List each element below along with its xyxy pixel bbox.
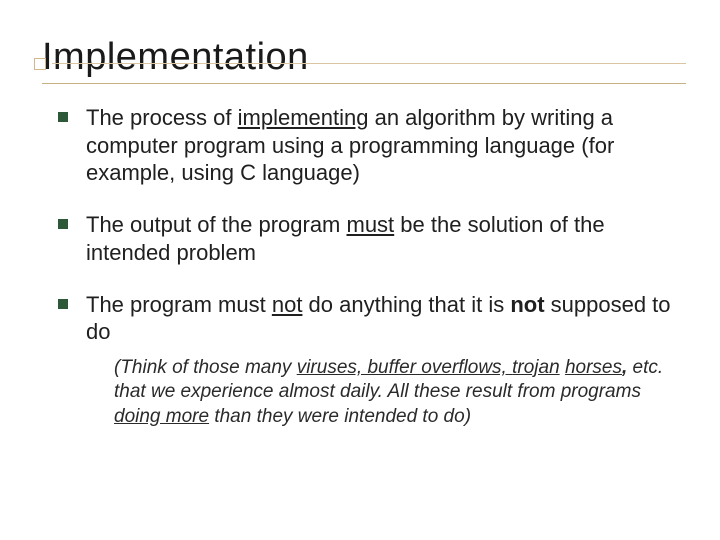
accent-square-icon [34,58,46,70]
sub-underlined: viruses, buffer overflows, [297,357,512,378]
top-accent [34,58,686,70]
bullet-text: The process of [86,105,238,130]
bullet-subtext: (Think of those many viruses, buffer ove… [114,356,676,429]
bullet-bold: not [510,292,544,317]
sub-underlined: doing more [114,406,209,427]
bullet-text: The program must [86,292,272,317]
bullet-underlined: must [347,212,395,237]
bullet-list: The process of implementing an algorithm… [36,104,684,429]
slide: Implementation The process of implementi… [0,36,720,540]
sub-underlined: trojan [512,357,560,378]
bullet-item: The process of implementing an algorithm… [58,104,676,187]
sub-text: than they were intended to do) [209,406,471,427]
accent-line [52,63,686,64]
bullet-text: The output of the program [86,212,347,237]
bullet-item: The program must not do anything that it… [58,291,676,429]
bullet-underlined: implementing [238,105,369,130]
bullet-text: do anything that it is [302,292,510,317]
bullet-item: The output of the program must be the so… [58,211,676,266]
bullet-underlined: not [272,292,303,317]
sub-underlined: horses [565,357,622,378]
title-underline [42,83,686,84]
sub-text: (Think of those many [114,357,297,378]
